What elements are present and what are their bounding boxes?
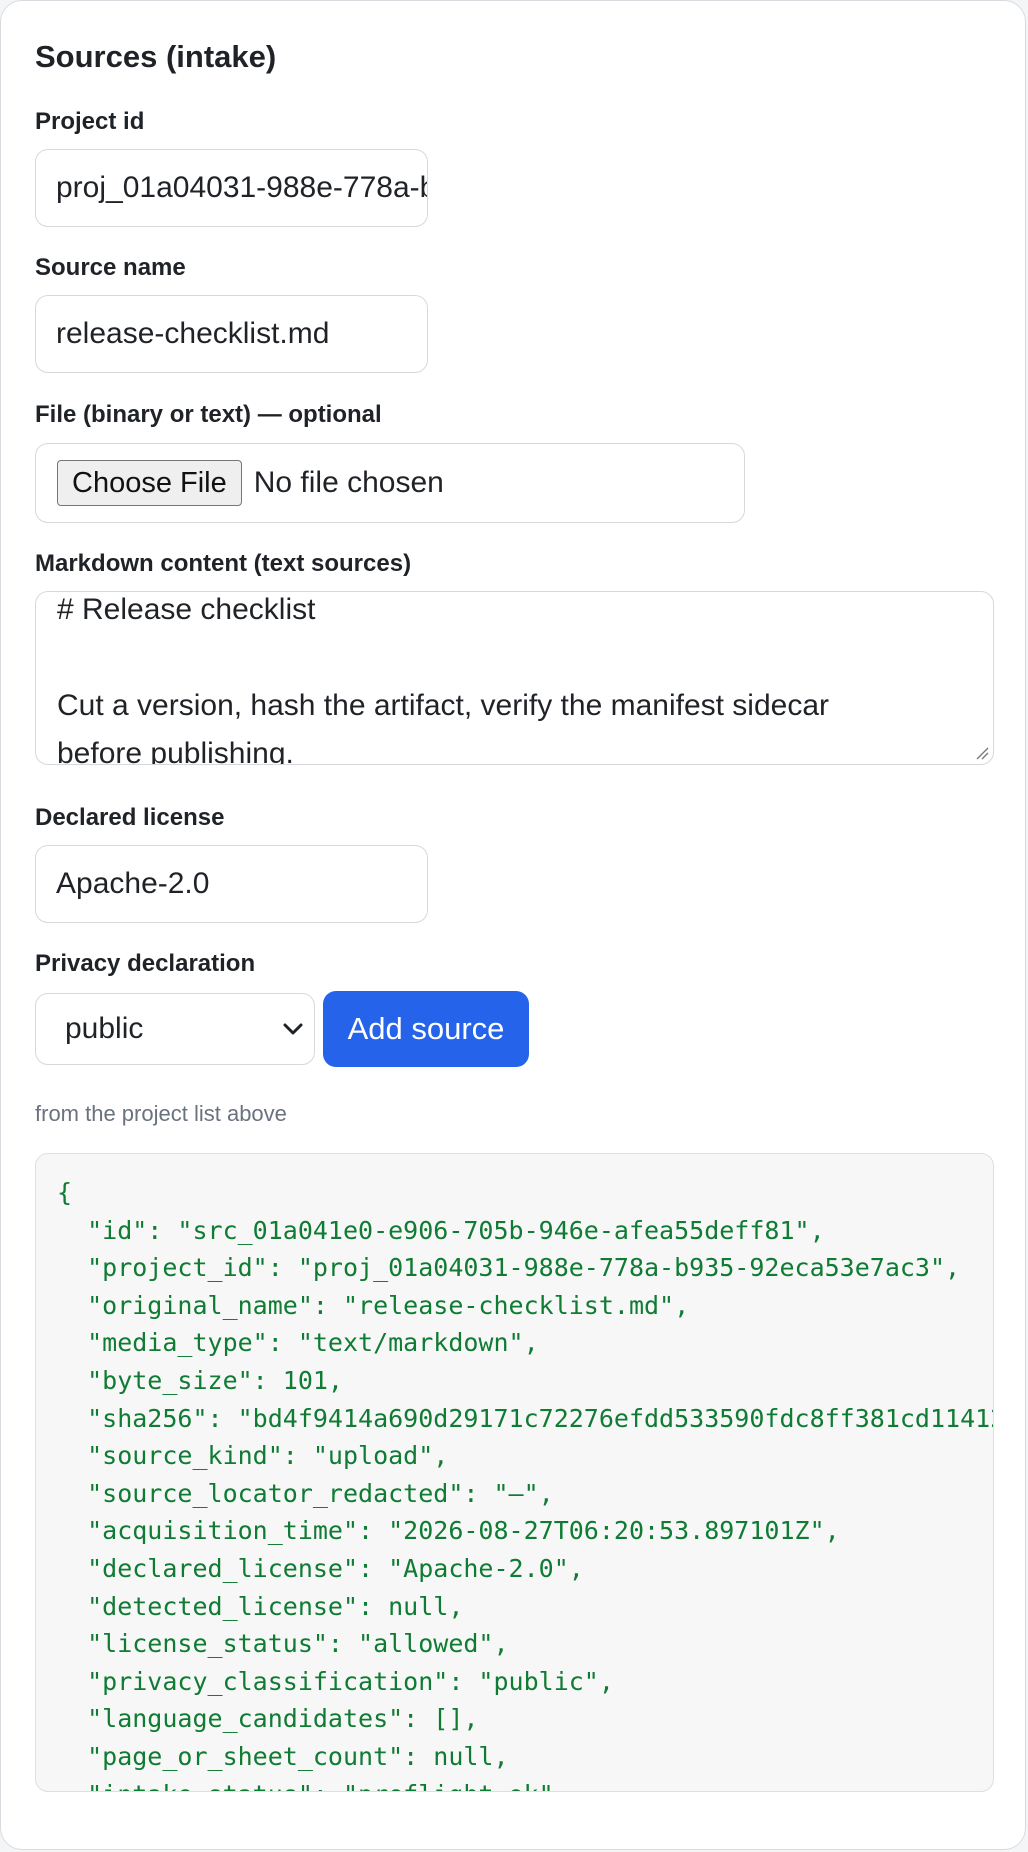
result-json-line: "id": "src_01a041e0-e906-705b-946e-afea5… (57, 1215, 825, 1245)
chevron-down-icon (283, 1023, 303, 1035)
result-json-line: "privacy_classification": "public", (57, 1666, 614, 1696)
file-status: No file chosen (253, 466, 444, 499)
result-json-line: "original_name": "release-checklist.md", (57, 1290, 690, 1320)
result-json-text: { "id": "src_01a041e0-e906-705b-946e-afe… (57, 1174, 994, 1792)
result-json-line: "detected_license": null, (57, 1591, 464, 1621)
resize-grip-icon[interactable] (975, 746, 989, 760)
result-json-line: { (57, 1178, 73, 1207)
sources-intake-panel: Sources (intake) Project id proj_01a0403… (0, 0, 1026, 1850)
markdown-textarea[interactable]: # Release checklist Cut a version, hash … (35, 591, 994, 765)
result-json-line: "sha256": "bd4f9414a690d29171c72276efdd5… (57, 1403, 994, 1433)
license-label: Declared license (35, 804, 225, 831)
result-json-line: "license_status": "allowed", (57, 1629, 509, 1659)
privacy-label: Privacy declaration (35, 950, 256, 977)
result-json-block: { "id": "src_01a041e0-e906-705b-946e-afe… (35, 1153, 994, 1792)
result-json-line: "language_candidates": [], (57, 1704, 479, 1734)
result-json-line: "page_or_sheet_count": null, (57, 1741, 509, 1771)
file-label: File (binary or text) — optional (35, 401, 382, 428)
result-json-line: "byte_size": 101, (57, 1365, 343, 1395)
result-json-line: "intake_status": "preflight_ok" (57, 1776, 993, 1792)
result-json-line: "source_locator_redacted": "—", (57, 1478, 554, 1508)
markdown-line (57, 634, 963, 682)
source-name-value: release-checklist.md (56, 317, 330, 350)
source-name-label: Source name (35, 254, 186, 281)
markdown-text: # Release checklist Cut a version, hash … (57, 592, 963, 765)
result-json-line: "declared_license": "Apache-2.0", (57, 1553, 584, 1583)
hint-text: from the project list above (35, 1101, 287, 1126)
add-source-button[interactable]: Add source (323, 991, 529, 1067)
markdown-line: # Release checklist (57, 593, 316, 626)
project-id-input[interactable]: proj_01a04031-988e-778a-b935-92eca53e7ac… (35, 149, 428, 227)
project-id-label: Project id (35, 108, 145, 135)
markdown-label: Markdown content (text sources) (35, 550, 412, 577)
file-input[interactable]: Choose File No file chosen (35, 443, 745, 523)
project-id-value: proj_01a04031-988e-778a-b935-92eca53e7ac… (56, 171, 427, 204)
result-json-line: "project_id": "proj_01a04031-988e-778a-b… (57, 1253, 961, 1283)
choose-file-button[interactable]: Choose File (57, 460, 242, 506)
markdown-line: before publishing. (57, 737, 294, 765)
source-name-input[interactable]: release-checklist.md (35, 295, 428, 373)
result-json-line: "acquisition_time": "2026-08-27T06:20:53… (57, 1516, 840, 1546)
result-json-line: "media_type": "text/markdown", (57, 1328, 539, 1358)
panel-title: Sources (intake) (35, 39, 277, 74)
markdown-line: Cut a version, hash the artifact, verify… (57, 689, 830, 722)
result-json-line: "source_kind": "upload", (57, 1441, 449, 1471)
privacy-select[interactable]: public (35, 993, 315, 1065)
license-value: Apache-2.0 (56, 867, 210, 900)
privacy-selected-value: public (65, 1012, 144, 1045)
license-input[interactable]: Apache-2.0 (35, 845, 428, 923)
